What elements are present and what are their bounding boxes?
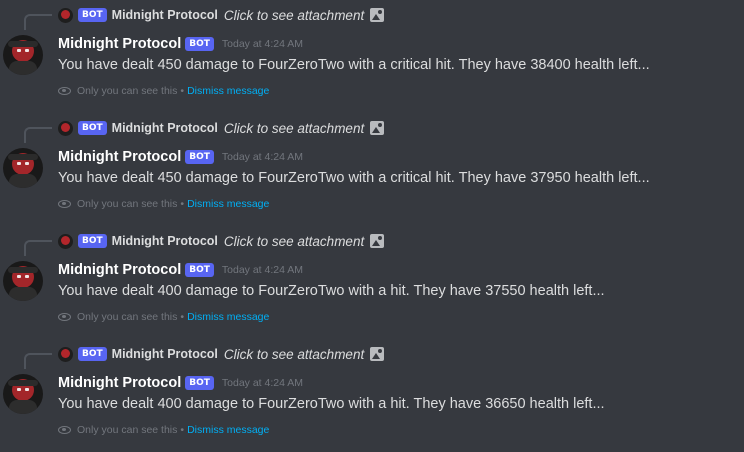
message-header: Midnight Protocol BOT Today at 4:24 AM xyxy=(58,261,303,279)
reply-preview-text[interactable]: Click to see attachment xyxy=(224,347,364,362)
image-icon xyxy=(370,8,385,22)
bot-tag: BOT xyxy=(78,234,107,248)
ephemeral-text: Only you can see this xyxy=(77,198,178,210)
avatar[interactable] xyxy=(3,35,43,75)
bot-tag: BOT xyxy=(185,150,214,164)
reply-spine xyxy=(24,14,52,30)
ephemeral-text: Only you can see this xyxy=(77,424,178,436)
message-header: Midnight Protocol BOT Today at 4:24 AM xyxy=(58,35,303,53)
reply-preview-text[interactable]: Click to see attachment xyxy=(224,8,364,23)
ephemeral-notice: Only you can see this • Dismiss message xyxy=(58,423,269,437)
reply-author-name[interactable]: Midnight Protocol xyxy=(112,234,218,248)
ephemeral-notice: Only you can see this • Dismiss message xyxy=(58,197,269,211)
reply-author-name[interactable]: Midnight Protocol xyxy=(112,347,218,361)
reply-author-name[interactable]: Midnight Protocol xyxy=(112,8,218,22)
reply-avatar[interactable] xyxy=(58,346,73,362)
avatar[interactable] xyxy=(3,261,43,301)
reply-avatar[interactable] xyxy=(58,120,73,136)
message: BOT Midnight Protocol Click to see attac… xyxy=(0,229,744,339)
dismiss-message-link[interactable]: Dismiss message xyxy=(187,85,269,97)
timestamp[interactable]: Today at 4:24 AM xyxy=(222,377,303,389)
message-content: You have dealt 400 damage to FourZeroTwo… xyxy=(58,396,605,412)
message-content: You have dealt 400 damage to FourZeroTwo… xyxy=(58,283,605,299)
avatar[interactable] xyxy=(3,374,43,414)
message: BOT Midnight Protocol Click to see attac… xyxy=(0,342,744,452)
reply-spine xyxy=(24,240,52,256)
separator: • xyxy=(180,311,185,323)
eye-icon xyxy=(58,313,71,321)
message-header: Midnight Protocol BOT Today at 4:24 AM xyxy=(58,374,303,392)
author-name[interactable]: Midnight Protocol xyxy=(58,262,181,278)
message-content: You have dealt 450 damage to FourZeroTwo… xyxy=(58,170,650,186)
eye-icon xyxy=(58,200,71,208)
image-icon xyxy=(370,347,385,361)
bot-tag: BOT xyxy=(78,8,107,22)
author-name[interactable]: Midnight Protocol xyxy=(58,149,181,165)
ephemeral-text: Only you can see this xyxy=(77,85,178,97)
bot-tag: BOT xyxy=(185,263,214,277)
dismiss-message-link[interactable]: Dismiss message xyxy=(187,198,269,210)
ephemeral-notice: Only you can see this • Dismiss message xyxy=(58,84,269,98)
eye-icon xyxy=(58,87,71,95)
separator: • xyxy=(180,424,185,436)
dismiss-message-link[interactable]: Dismiss message xyxy=(187,424,269,436)
dismiss-message-link[interactable]: Dismiss message xyxy=(187,311,269,323)
message: BOT Midnight Protocol Click to see attac… xyxy=(0,3,744,113)
reply-avatar[interactable] xyxy=(58,7,73,23)
bot-tag: BOT xyxy=(185,376,214,390)
message: BOT Midnight Protocol Click to see attac… xyxy=(0,116,744,226)
separator: • xyxy=(180,198,185,210)
image-icon xyxy=(370,234,385,248)
bot-tag: BOT xyxy=(78,121,107,135)
avatar[interactable] xyxy=(3,148,43,188)
ephemeral-notice: Only you can see this • Dismiss message xyxy=(58,310,269,324)
ephemeral-text: Only you can see this xyxy=(77,311,178,323)
reply-reference[interactable]: BOT Midnight Protocol Click to see attac… xyxy=(58,120,385,136)
message-content: You have dealt 450 damage to FourZeroTwo… xyxy=(58,57,650,73)
timestamp[interactable]: Today at 4:24 AM xyxy=(222,38,303,50)
author-name[interactable]: Midnight Protocol xyxy=(58,36,181,52)
author-name[interactable]: Midnight Protocol xyxy=(58,375,181,391)
reply-preview-text[interactable]: Click to see attachment xyxy=(224,121,364,136)
reply-preview-text[interactable]: Click to see attachment xyxy=(224,234,364,249)
reply-spine xyxy=(24,353,52,369)
reply-reference[interactable]: BOT Midnight Protocol Click to see attac… xyxy=(58,7,385,23)
timestamp[interactable]: Today at 4:24 AM xyxy=(222,264,303,276)
image-icon xyxy=(370,121,385,135)
message-header: Midnight Protocol BOT Today at 4:24 AM xyxy=(58,148,303,166)
reply-avatar[interactable] xyxy=(58,233,73,249)
bot-tag: BOT xyxy=(185,37,214,51)
eye-icon xyxy=(58,426,71,434)
separator: • xyxy=(180,85,185,97)
reply-reference[interactable]: BOT Midnight Protocol Click to see attac… xyxy=(58,346,385,362)
reply-spine xyxy=(24,127,52,143)
reply-reference[interactable]: BOT Midnight Protocol Click to see attac… xyxy=(58,233,385,249)
reply-author-name[interactable]: Midnight Protocol xyxy=(112,121,218,135)
timestamp[interactable]: Today at 4:24 AM xyxy=(222,151,303,163)
bot-tag: BOT xyxy=(78,347,107,361)
